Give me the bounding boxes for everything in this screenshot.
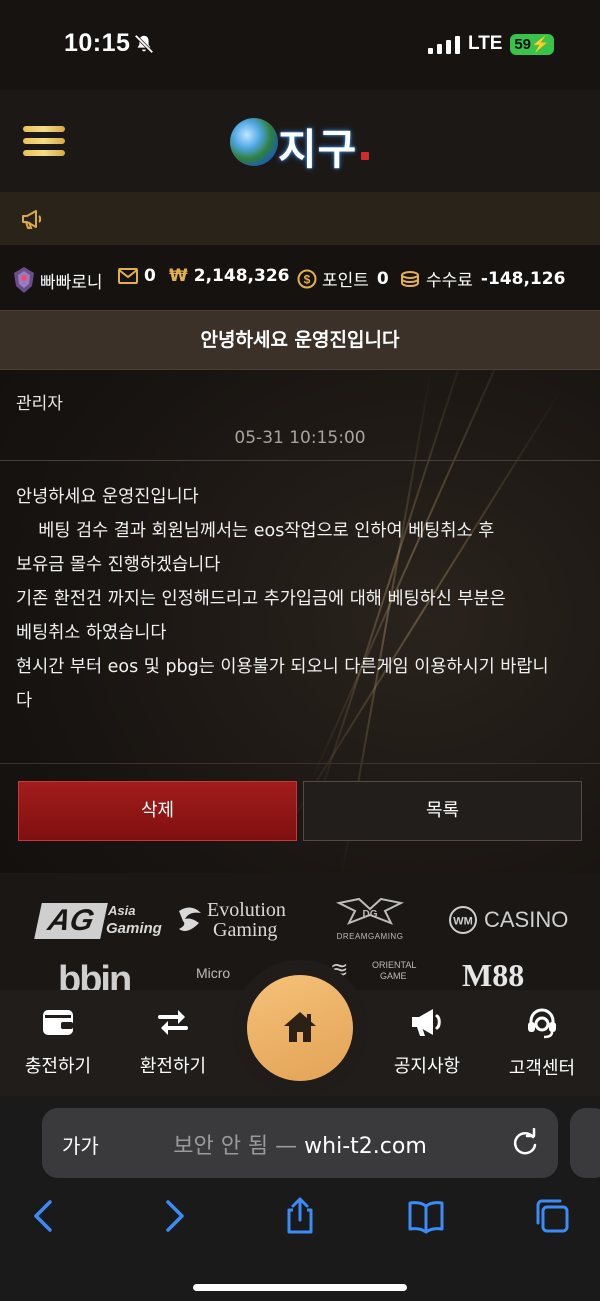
back-icon[interactable] <box>24 1196 64 1236</box>
notice-bar[interactable] <box>0 192 600 245</box>
bell-off-icon <box>134 34 154 54</box>
evolution-text-2: Gaming <box>213 919 278 941</box>
points-value: 0 <box>376 268 389 289</box>
message-count[interactable]: 0 <box>118 266 156 286</box>
dream-text: DREAMGAMING <box>336 932 404 941</box>
points[interactable]: $ 포인트 0 <box>297 266 389 291</box>
post-author: 관리자 <box>16 394 63 414</box>
megaphone-icon <box>22 210 42 229</box>
m88-logo: M88 <box>462 957 525 991</box>
nav-deposit-label: 충전하기 <box>24 1056 92 1077</box>
security-warning: 보안 안 됨 — <box>173 1134 298 1159</box>
site-logo[interactable]: 지구 <box>230 114 375 174</box>
battery-icon: 59⚡ <box>510 34 554 55</box>
ag-text-2: Gaming <box>106 920 162 937</box>
app-header: 지구 <box>0 90 600 192</box>
fee-value: -148,126 <box>480 268 566 289</box>
divider <box>0 763 600 764</box>
balance-value: 2,148,326 <box>193 266 290 286</box>
bbin-logo: bbin <box>58 959 132 991</box>
evolution-gaming-logo: Evolution Gaming <box>177 899 297 943</box>
svg-text:$: $ <box>304 272 311 286</box>
oriental-text-1: ORIENTAL <box>372 960 417 970</box>
status-time: 10:15 <box>64 29 131 57</box>
wallet-icon <box>43 1010 73 1035</box>
url-display[interactable]: 보안 안 됨 — whi-t2.com <box>42 1128 558 1160</box>
message-count-value: 0 <box>144 266 156 286</box>
logo-stamp <box>361 152 369 160</box>
megaphone-icon <box>412 1009 441 1036</box>
post-date: 05-31 10:15:00 <box>234 428 366 448</box>
hamburger-menu-icon[interactable] <box>23 126 65 158</box>
nav-support[interactable]: 고객센터 <box>487 1006 597 1080</box>
ag-text-1: Asia <box>108 903 136 918</box>
balance: ₩ 2,148,326 <box>169 266 289 286</box>
avatar-icon <box>14 267 34 293</box>
user-profile[interactable]: 빠빠로니 <box>12 266 103 294</box>
ag-mark: AG <box>34 903 108 939</box>
home-icon <box>284 1012 316 1042</box>
post-body: 안녕하세요 운영진입니다 베팅 검수 결과 회원님께서는 eos작업으로 인하여… <box>16 487 549 711</box>
reload-icon[interactable] <box>510 1128 540 1158</box>
address-bar[interactable]: 가가 보안 안 됨 — whi-t2.com <box>42 1108 558 1178</box>
nav-notice[interactable]: 공지사항 <box>372 1006 482 1078</box>
nav-exchange-label: 환전하기 <box>139 1056 207 1077</box>
battery-level: 59 <box>514 36 531 53</box>
fee: 수수료 -148,126 <box>399 266 565 291</box>
home-indicator[interactable] <box>193 1284 407 1291</box>
logo-text: 지구 <box>278 125 358 174</box>
globe-icon <box>230 118 278 166</box>
tabs-icon[interactable] <box>532 1196 572 1236</box>
wm-casino-logo: WM CASINO <box>448 905 568 935</box>
dream-gaming-logo: DG DREAMGAMING <box>330 897 410 943</box>
network-type: LTE <box>468 33 503 54</box>
home-button[interactable] <box>247 975 353 1081</box>
status-bar: 10:15 LTE 59⚡ <box>0 0 600 90</box>
bookmarks-icon[interactable] <box>406 1196 446 1236</box>
won-icon: ₩ <box>169 266 188 286</box>
share-icon[interactable] <box>280 1196 320 1236</box>
exchange-icon <box>158 1010 188 1035</box>
mail-icon <box>118 268 138 284</box>
casino-text: CASINO <box>484 907 569 932</box>
user-info-bar: 빠빠로니 0 ₩ 2,148,326 $ 포인트 0 수수료 -148,126 <box>0 245 600 310</box>
nav-deposit[interactable]: 충전하기 <box>3 1006 113 1078</box>
list-button[interactable]: 목록 <box>303 781 582 841</box>
svg-text:DG: DG <box>363 909 378 920</box>
user-nickname: 빠빠로니 <box>40 272 103 293</box>
points-label: 포인트 <box>322 271 369 291</box>
nav-notice-label: 공지사항 <box>393 1056 461 1077</box>
fee-label: 수수료 <box>426 271 473 291</box>
next-tab-peek[interactable] <box>570 1108 600 1178</box>
svg-text:WM: WM <box>453 916 473 928</box>
nav-exchange[interactable]: 환전하기 <box>118 1006 228 1078</box>
post-title: 안녕하세요 운영진입니다 <box>0 310 600 370</box>
browser-toolbar: 가가 보안 안 됨 — whi-t2.com <box>0 1096 600 1301</box>
coin-icon: $ <box>297 269 317 288</box>
microgaming-logo: Micro <box>196 965 231 981</box>
divider <box>0 460 600 461</box>
evolution-mark-icon <box>179 907 201 931</box>
dragon-icon: DG <box>335 897 405 925</box>
asia-gaming-logo: AG Asia Gaming <box>34 903 162 939</box>
url-domain: whi-t2.com <box>304 1134 427 1159</box>
delete-button[interactable]: 삭제 <box>18 781 297 841</box>
oriental-text-2: GAME <box>380 971 407 981</box>
coins-stack-icon <box>401 270 419 287</box>
nav-support-label: 고객센터 <box>508 1058 576 1079</box>
wm-mark-icon: WM <box>449 906 477 934</box>
headset-icon <box>528 1008 556 1039</box>
forward-icon[interactable] <box>154 1196 194 1236</box>
signal-icon <box>428 36 460 54</box>
